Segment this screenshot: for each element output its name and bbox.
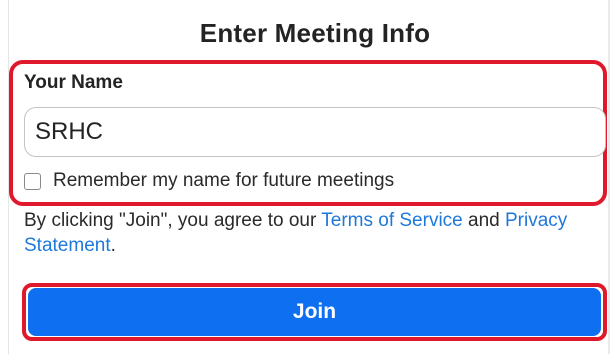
page-title: Enter Meeting Info	[199, 18, 431, 48]
remember-name-checkbox[interactable]	[24, 172, 41, 190]
join-button[interactable]: Join	[28, 288, 601, 336]
terms-notice: By clicking "Join", you agree to our Ter…	[24, 208, 609, 258]
remember-name-row[interactable]: Remember my name for future meetings	[24, 170, 394, 192]
meeting-info-panel: Enter Meeting Info Your Name Remember my…	[0, 0, 610, 354]
terms-middle-text: and	[462, 210, 505, 231]
remember-name-label[interactable]: Remember my name for future meetings	[53, 170, 394, 192]
your-name-input[interactable]	[24, 107, 606, 157]
terms-of-service-link[interactable]: Terms of Service	[321, 210, 462, 231]
your-name-label: Your Name	[24, 72, 123, 93]
terms-prefix-text: By clicking "Join", you agree to our	[24, 210, 322, 231]
terms-suffix-text: .	[110, 235, 116, 256]
